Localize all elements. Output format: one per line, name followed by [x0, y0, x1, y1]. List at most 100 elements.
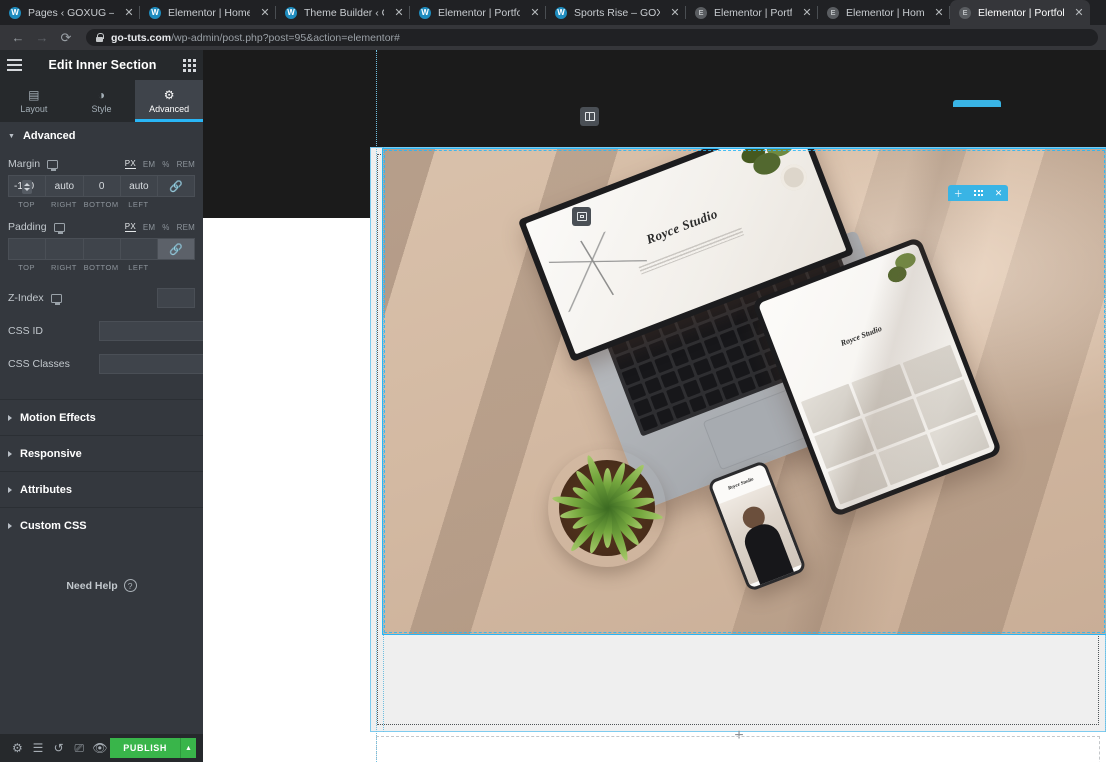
padding-unit-percent[interactable]: % — [162, 223, 169, 232]
margin-right-input[interactable] — [46, 176, 83, 196]
plus-icon[interactable]: ＋ — [954, 187, 963, 200]
publish-button[interactable]: PUBLISH — [110, 738, 180, 758]
history-clock-icon[interactable]: ↺ — [48, 734, 69, 762]
section-motion-effects-label: Motion Effects — [20, 411, 96, 424]
tab-layout[interactable]: ▤ Layout — [0, 80, 68, 122]
margin-unit-px[interactable]: PX — [124, 159, 136, 169]
close-icon[interactable]: ✕ — [392, 6, 406, 20]
column-handle[interactable] — [580, 107, 599, 126]
padding-control-header: Padding PX EM % REM — [8, 221, 195, 234]
margin-inputs: 🔗 — [8, 175, 195, 197]
close-icon[interactable]: ✕ — [122, 6, 136, 20]
settings-gear-icon[interactable]: ⚙ — [7, 734, 28, 762]
close-icon[interactable]: ✕ — [800, 6, 814, 20]
next-section-placeholder[interactable] — [376, 736, 1100, 762]
wordpress-icon — [555, 6, 567, 19]
padding-label-top: TOP — [18, 263, 36, 272]
padding-units: PX EM % REM — [124, 222, 195, 232]
margin-label-wrap: Margin — [8, 158, 59, 171]
columns-icon: ▤ — [28, 87, 40, 102]
column-icon — [584, 112, 595, 121]
inner-section-handle[interactable] — [572, 207, 591, 226]
desktop-icon[interactable] — [50, 293, 62, 305]
section-attributes[interactable]: Attributes — [0, 471, 203, 507]
reload-button[interactable]: ⟳ — [56, 28, 76, 48]
margin-unit-percent[interactable]: % — [162, 160, 169, 169]
margin-label-bottom: BOTTOM — [83, 200, 119, 209]
padding-label-wrap: Padding — [8, 221, 65, 234]
navigator-layers-icon[interactable]: ☰ — [28, 734, 49, 762]
need-help-link[interactable]: Need Help ? — [0, 579, 203, 592]
browser-tab-6[interactable]: Elementor | Home ✕ — [818, 0, 950, 25]
padding-bottom-wrap — [82, 238, 120, 260]
back-button[interactable]: ← — [8, 28, 28, 48]
drag-handle-icon[interactable] — [974, 190, 984, 196]
section-responsive[interactable]: Responsive — [0, 435, 203, 471]
padding-right-input[interactable] — [46, 239, 83, 259]
forward-button[interactable]: → — [32, 28, 52, 48]
close-icon[interactable]: ✕ — [1072, 6, 1086, 20]
margin-unit-em[interactable]: EM — [143, 160, 155, 169]
margin-top-wrap — [8, 175, 46, 197]
margin-side-labels: TOP RIGHT BOTTOM LEFT — [8, 200, 195, 209]
section-motion-effects[interactable]: Motion Effects — [0, 399, 203, 435]
elementor-panel: Edit Inner Section ▤ Layout ◑ Style ⚙ Ad… — [0, 50, 253, 762]
padding-unit-em[interactable]: EM — [143, 223, 155, 232]
publish-button-group: PUBLISH ▲ — [110, 738, 196, 758]
editor-canvas: + ＋ ✕ — [203, 50, 1106, 762]
browser-tab-5[interactable]: Elementor | Portfolio lo ✕ — [686, 0, 818, 25]
hamburger-icon[interactable] — [7, 59, 22, 71]
margin-top-spinner[interactable] — [22, 180, 33, 194]
browser-tab-title: Elementor | Home — [846, 6, 924, 19]
padding-left-input[interactable] — [120, 239, 157, 259]
padding-label-bottom: BOTTOM — [83, 263, 119, 272]
padding-link-icon[interactable]: 🔗 — [157, 238, 195, 260]
margin-label: Margin — [8, 158, 41, 170]
section-top-tab[interactable] — [953, 100, 1001, 107]
browser-tab-7[interactable]: Elementor | Portfolio si ✕ — [950, 0, 1090, 25]
responsive-mode-icon[interactable]: ⎚ — [69, 734, 90, 762]
margin-bottom-wrap — [82, 175, 120, 197]
margin-left-input[interactable] — [120, 176, 157, 196]
padding-bottom-input[interactable] — [83, 239, 120, 259]
padding-top-input[interactable] — [9, 239, 46, 259]
browser-tab-0[interactable]: Pages ‹ GOXUG — Wor ✕ — [0, 0, 140, 25]
publish-dropdown-arrow[interactable]: ▲ — [180, 738, 196, 758]
css-id-control: CSS ID — [8, 321, 253, 341]
close-icon[interactable]: ✕ — [528, 6, 542, 20]
margin-link-icon[interactable]: 🔗 — [157, 175, 195, 197]
browser-tab-3[interactable]: Elementor | Portfolio si ✕ — [410, 0, 546, 25]
browser-tab-title: Pages ‹ GOXUG — Wor — [28, 6, 114, 19]
chevron-right-icon — [8, 486, 12, 493]
hero-image[interactable]: Royce Studio Royce Studio — [383, 149, 1106, 634]
margin-unit-rem[interactable]: REM — [177, 160, 195, 169]
section-custom-css[interactable]: Custom CSS — [0, 507, 203, 543]
advanced-section-body: Margin PX EM % REM -150 auto 0 auto 🔗 TO… — [0, 150, 253, 399]
close-icon[interactable]: ✕ — [932, 6, 946, 20]
browser-tab-4[interactable]: Sports Rise – GOXUG ✕ — [546, 0, 686, 25]
desktop-icon[interactable] — [47, 159, 59, 171]
address-bar[interactable]: go-tuts.com/wp-admin/post.php?post=95&ac… — [86, 29, 1098, 46]
panel-tabs: ▤ Layout ◑ Style ⚙ Advanced — [0, 80, 204, 122]
padding-unit-rem[interactable]: REM — [177, 223, 195, 232]
apps-grid-icon[interactable] — [183, 58, 196, 72]
browser-tab-title: Elementor | Portfolio si — [438, 6, 520, 19]
preview-eye-icon[interactable]: 👁 — [90, 734, 111, 762]
chevron-right-icon — [8, 450, 12, 457]
desktop-icon[interactable] — [53, 222, 65, 234]
close-icon[interactable]: ✕ — [668, 6, 682, 20]
gear-icon: ⚙ — [163, 87, 175, 102]
tab-style[interactable]: ◑ Style — [68, 80, 136, 122]
browser-tab-1[interactable]: Elementor | Home ✕ — [140, 0, 276, 25]
margin-bottom-input[interactable] — [83, 176, 120, 196]
z-index-input[interactable] — [157, 288, 195, 308]
close-x-icon[interactable]: ✕ — [995, 188, 1003, 199]
advanced-section-header[interactable]: ▼ Advanced — [0, 122, 203, 150]
padding-label-left: LEFT — [128, 263, 149, 272]
padding-unit-px[interactable]: PX — [124, 222, 136, 232]
margin-control-header: Margin PX EM % REM — [8, 158, 195, 171]
padding-right-wrap — [45, 238, 83, 260]
tab-advanced[interactable]: ⚙ Advanced — [135, 80, 204, 122]
browser-tab-2[interactable]: Theme Builder ‹ GOXU ✕ — [276, 0, 410, 25]
close-icon[interactable]: ✕ — [258, 6, 272, 20]
